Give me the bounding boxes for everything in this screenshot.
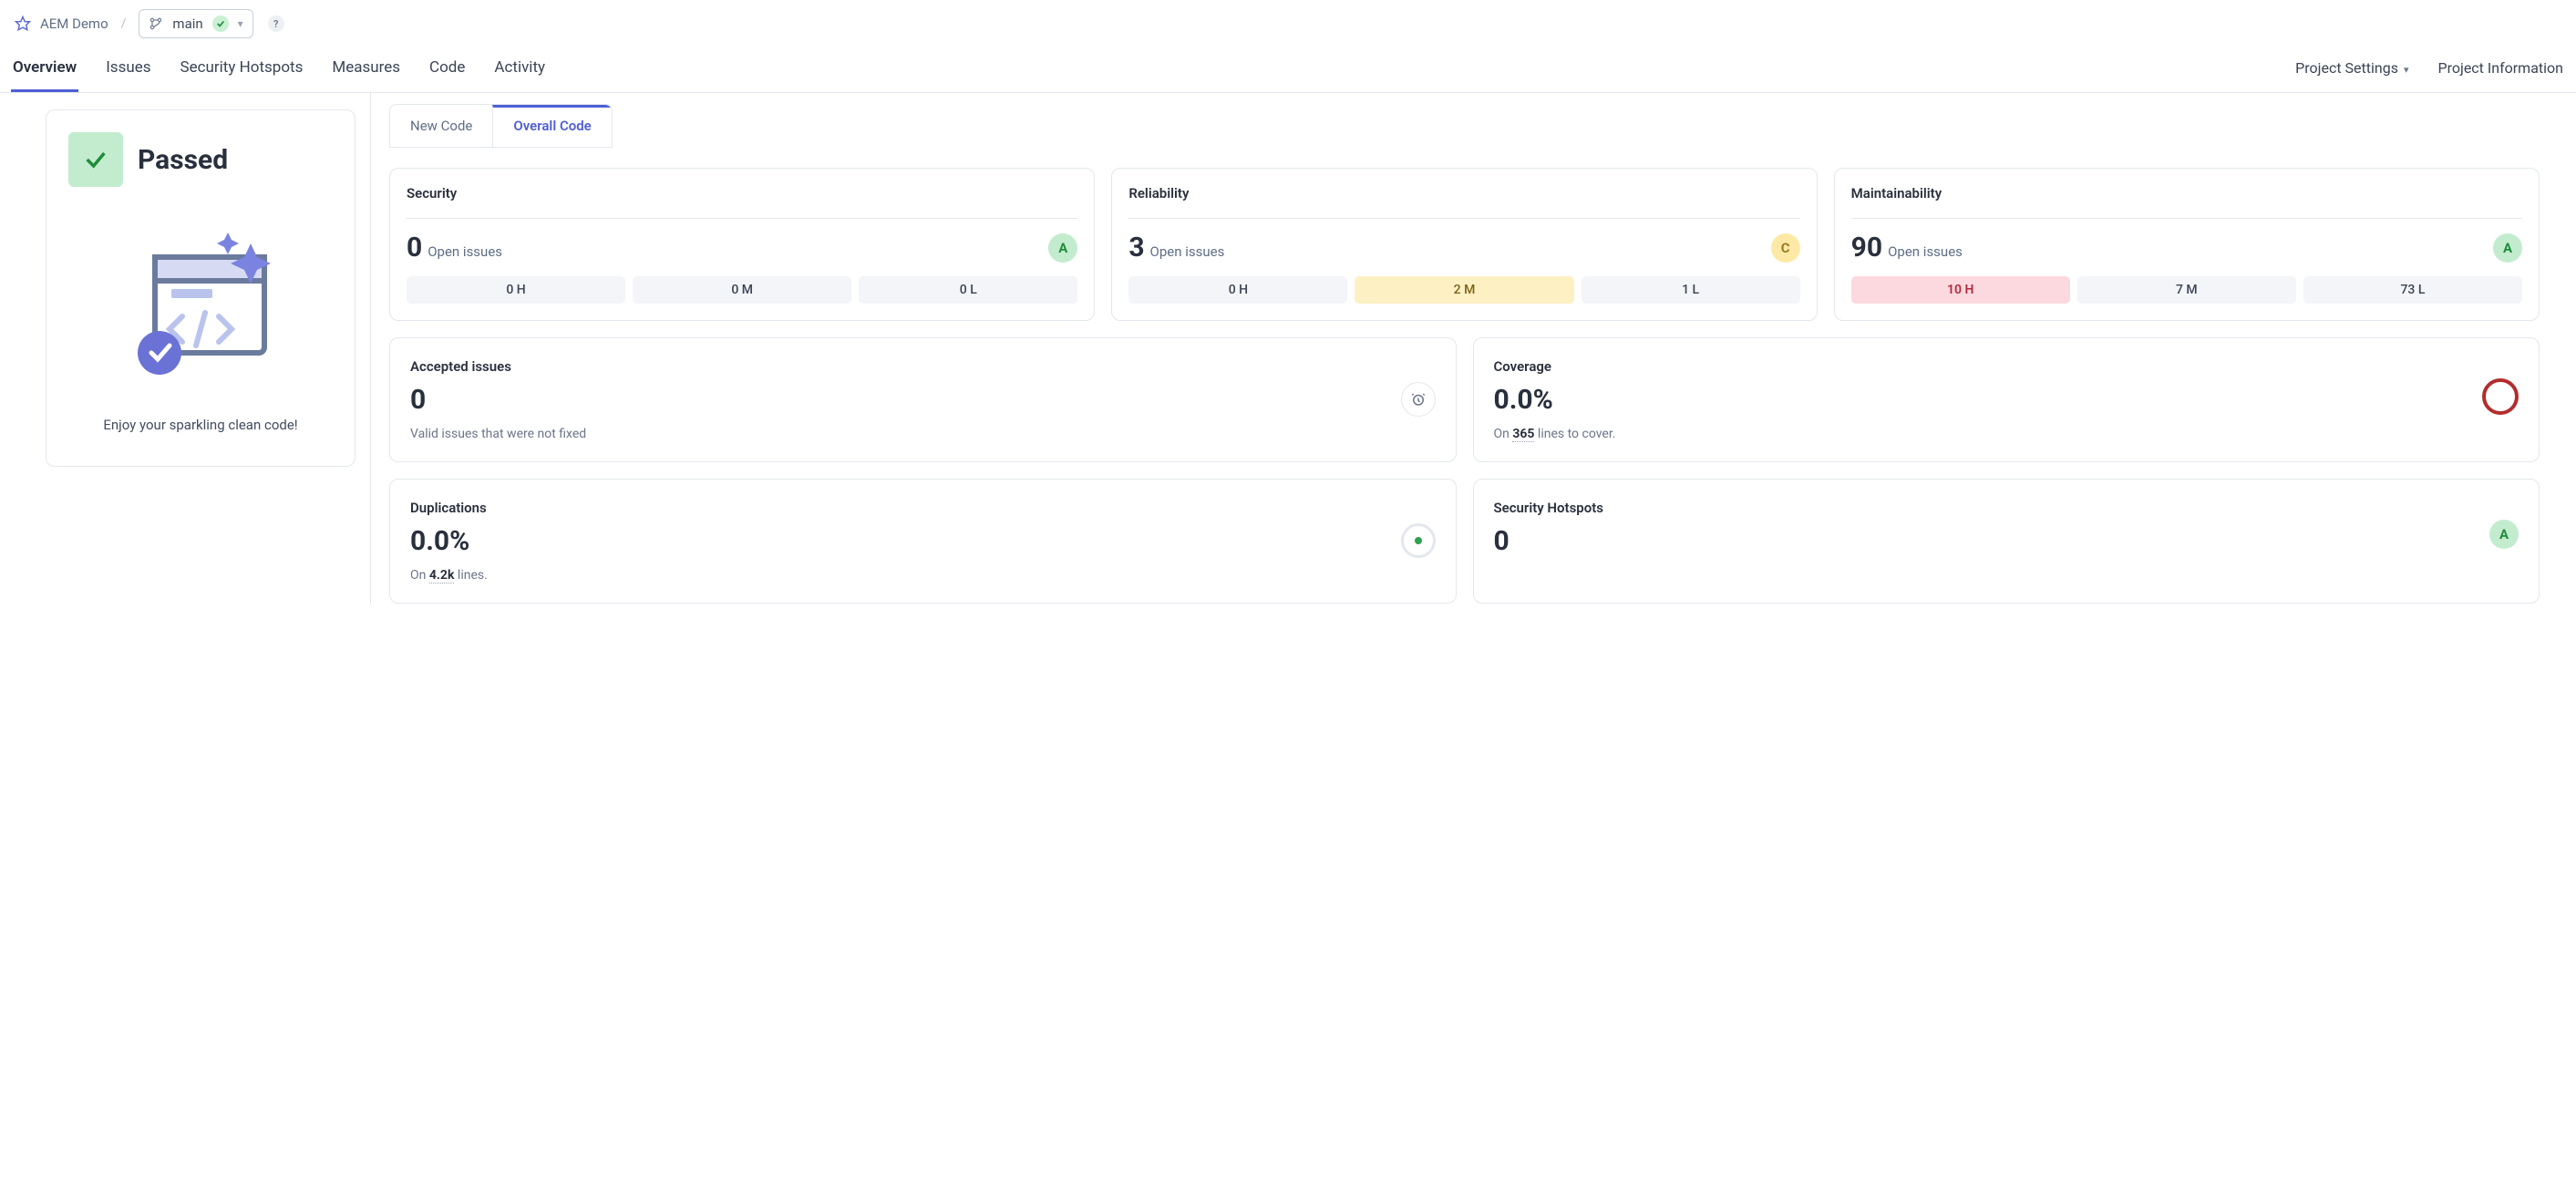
open-issues-label: Open issues [428,243,502,260]
card-title: Security Hotspots [1494,500,2519,516]
security-card: Security 0 Open issues A 0 H 0 M 0 L [389,168,1095,321]
open-issues-label: Open issues [1888,243,1963,260]
tab-overall-code[interactable]: Overall Code [492,105,611,147]
chevron-down-icon: ▾ [238,17,243,30]
severity-medium[interactable]: 7 M [2077,276,2296,304]
maintainability-grade-badge: A [2493,233,2522,263]
severity-low[interactable]: 1 L [1582,276,1800,304]
duplications-lines[interactable]: 4.2k [429,568,455,584]
nav-overview[interactable]: Overview [11,49,78,92]
snooze-icon [1401,382,1436,417]
project-nav: Overview Issues Security Hotspots Measur… [0,44,2576,93]
severity-medium[interactable]: 0 M [633,276,851,304]
security-grade-badge: A [1048,233,1077,263]
card-title: Maintainability [1851,185,2522,201]
coverage-value[interactable]: 0.0% [1494,384,2519,416]
duplications-subtext: On 4.2k lines. [410,568,1436,583]
branch-icon [149,16,163,31]
nav-code[interactable]: Code [428,49,467,92]
tab-new-code[interactable]: New Code [390,105,492,147]
card-title: Accepted issues [410,358,1436,375]
card-title: Coverage [1494,358,2519,375]
nav-activity[interactable]: Activity [492,49,547,92]
coverage-ring-icon [2482,378,2519,415]
hotspots-grade-badge: A [2489,520,2519,549]
breadcrumb-separator: / [121,16,127,31]
nav-project-information[interactable]: Project Information [2437,50,2566,92]
hotspots-value[interactable]: 0 [1494,525,2519,557]
favorite-star-icon[interactable] [15,15,31,32]
coverage-card: Coverage 0.0% On 365 lines to cover. [1473,337,2540,462]
reliability-grade-badge: C [1771,233,1800,263]
project-name[interactable]: AEM Demo [40,15,108,32]
severity-medium[interactable]: 2 M [1355,276,1573,304]
severity-low[interactable]: 0 L [859,276,1077,304]
nav-security-hotspots[interactable]: Security Hotspots [179,49,305,92]
severity-high[interactable]: 10 H [1851,276,2070,304]
security-hotspots-card: Security Hotspots 0 A [1473,479,2540,604]
accepted-issues-subtext: Valid issues that were not fixed [410,427,1436,441]
quality-gate-status: Passed [138,144,228,176]
branch-selector[interactable]: main ▾ [139,9,252,38]
maintainability-count[interactable]: 90 [1851,232,1882,263]
nav-measures[interactable]: Measures [330,49,402,92]
nav-project-settings[interactable]: Project Settings▾ [2293,50,2410,92]
passed-badge [68,132,123,187]
nav-issues[interactable]: Issues [104,49,152,92]
maintainability-card: Maintainability 90 Open issues A 10 H 7 … [1834,168,2540,321]
card-title: Reliability [1128,185,1799,201]
duplication-ring-icon [1401,523,1436,558]
project-header: AEM Demo / main ▾ ? [0,0,2576,44]
quality-gate-card: Passed Enjoy your sparkling cl [46,109,355,467]
reliability-count[interactable]: 3 [1128,232,1144,263]
security-count[interactable]: 0 [407,232,422,263]
coverage-lines[interactable]: 365 [1512,427,1534,442]
severity-low[interactable]: 73 L [2303,276,2522,304]
code-scope-tabs: New Code Overall Code [389,104,613,148]
accepted-issues-card: Accepted issues 0 Valid issues that were… [389,337,1457,462]
clean-code-illustration [68,225,333,380]
duplications-value[interactable]: 0.0% [410,525,1436,557]
accepted-issues-value[interactable]: 0 [410,384,1436,416]
card-title: Duplications [410,500,1436,516]
branch-status-check-icon [212,15,229,32]
branch-name: main [172,15,202,32]
card-title: Security [407,185,1077,201]
severity-high[interactable]: 0 H [1128,276,1347,304]
help-icon[interactable]: ? [268,15,284,32]
reliability-card: Reliability 3 Open issues C 0 H 2 M 1 L [1111,168,1817,321]
duplications-card: Duplications 0.0% On 4.2k lines. [389,479,1457,604]
chevron-down-icon: ▾ [2404,64,2409,76]
tagline-text: Enjoy your sparkling clean code! [68,417,333,433]
coverage-subtext: On 365 lines to cover. [1494,427,2519,441]
open-issues-label: Open issues [1150,243,1225,260]
severity-high[interactable]: 0 H [407,276,625,304]
